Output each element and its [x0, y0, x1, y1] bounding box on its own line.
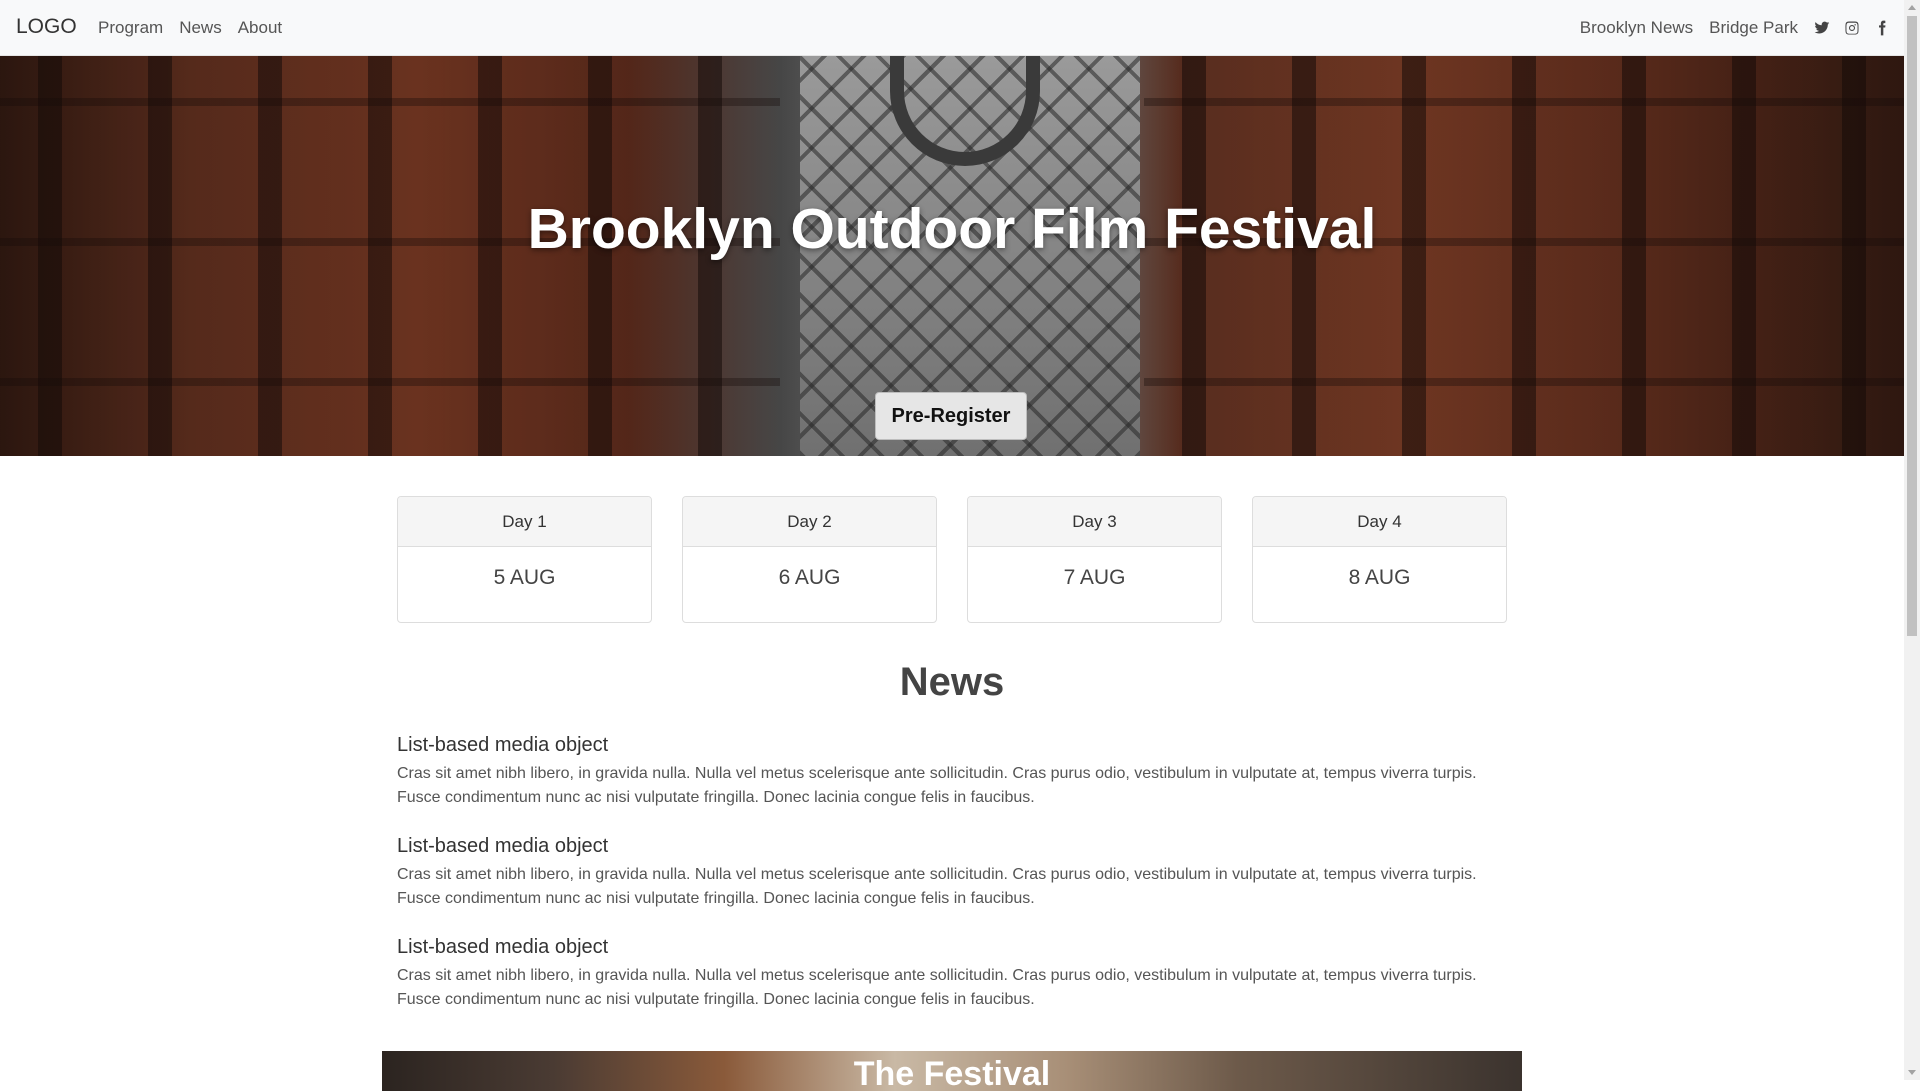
day-card-date: 8 AUG [1348, 566, 1411, 589]
festival-section-title: The Festival [853, 1055, 1051, 1091]
scroll-down-arrow-icon[interactable] [1908, 1070, 1916, 1075]
day-card-label: Day 3 [968, 497, 1221, 547]
pre-register-button[interactable]: Pre-Register [875, 392, 1027, 440]
news-section-title: News [899, 660, 1005, 704]
day-card-date: 7 AUG [1063, 566, 1126, 589]
hero-title: Brooklyn Outdoor Film Festival [527, 197, 1377, 261]
day-cards: Day 1 5 AUG Day 2 6 AUG Day 3 7 AUG Day … [397, 496, 1507, 623]
facebook-icon[interactable] [1874, 20, 1890, 36]
news-item-body: Cras sit amet nibh libero, in gravida nu… [397, 967, 1477, 1008]
day-card[interactable]: Day 3 7 AUG [967, 496, 1222, 623]
day-card-date: 6 AUG [778, 566, 841, 589]
nav-left: Program News About [98, 18, 298, 38]
news-item-body: Cras sit amet nibh libero, in gravida nu… [397, 765, 1477, 806]
news-item: List-based media object Cras sit amet ni… [397, 936, 1507, 1012]
festival-banner: The Festival [382, 1051, 1522, 1091]
news-item: List-based media object Cras sit amet ni… [397, 734, 1507, 810]
page-scrollbar[interactable] [1904, 0, 1920, 1080]
news-item: List-based media object Cras sit amet ni… [397, 835, 1507, 911]
news-item-heading[interactable]: List-based media object [397, 734, 1507, 757]
nav-right: Brooklyn News Bridge Park [1580, 18, 1904, 38]
day-card-label: Day 4 [1253, 497, 1506, 547]
nav-link-about[interactable]: About [238, 18, 282, 38]
scroll-up-arrow-icon[interactable] [1908, 5, 1916, 10]
news-item-heading[interactable]: List-based media object [397, 835, 1507, 858]
nav-link-bridge-park[interactable]: Bridge Park [1709, 18, 1798, 38]
twitter-icon[interactable] [1814, 20, 1830, 36]
day-card-date: 5 AUG [493, 566, 556, 589]
scrollbar-thumb[interactable] [1907, 16, 1917, 636]
news-list: List-based media object Cras sit amet ni… [397, 734, 1507, 1037]
hero-banner: Brooklyn Outdoor Film Festival Pre-Regis… [0, 56, 1904, 456]
day-card[interactable]: Day 4 8 AUG [1252, 496, 1507, 623]
day-card-label: Day 1 [398, 497, 651, 547]
day-card[interactable]: Day 2 6 AUG [682, 496, 937, 623]
day-card[interactable]: Day 1 5 AUG [397, 496, 652, 623]
day-card-label: Day 2 [683, 497, 936, 547]
news-item-heading[interactable]: List-based media object [397, 936, 1507, 959]
news-item-body: Cras sit amet nibh libero, in gravida nu… [397, 866, 1477, 907]
navbar: LOGO Program News About Brooklyn News Br… [0, 0, 1904, 56]
nav-link-brooklyn-news[interactable]: Brooklyn News [1580, 18, 1693, 38]
instagram-icon[interactable] [1844, 20, 1860, 36]
nav-link-program[interactable]: Program [98, 18, 163, 38]
nav-link-news[interactable]: News [179, 18, 222, 38]
brand-logo[interactable]: LOGO [16, 15, 77, 39]
